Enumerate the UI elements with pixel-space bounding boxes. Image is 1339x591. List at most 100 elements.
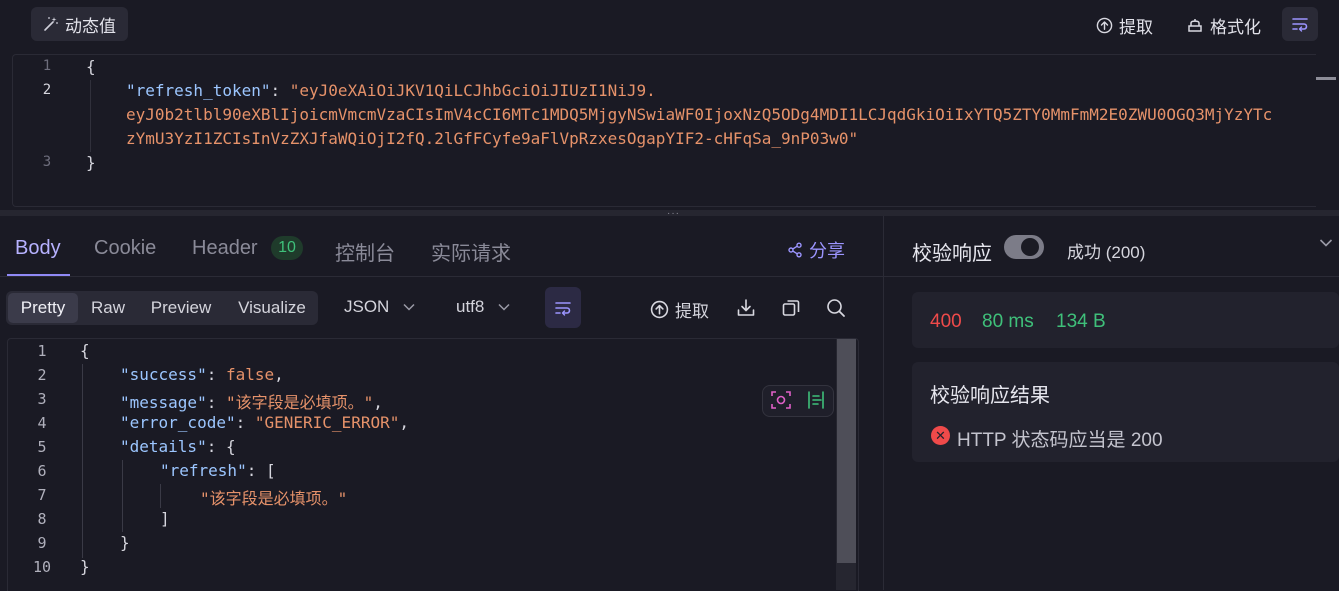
tab-header[interactable]: Header — [192, 237, 258, 260]
request-extract-button[interactable]: 提取 — [1096, 13, 1153, 38]
share-button[interactable]: 分享 — [787, 237, 845, 263]
line-number: 10 — [32, 558, 52, 576]
line-number: 5 — [37, 438, 47, 456]
format-select[interactable]: JSON — [344, 297, 415, 317]
search-icon[interactable] — [825, 297, 847, 319]
line-number: 2 — [42, 82, 52, 98]
line-number: 8 — [37, 510, 47, 528]
tab-cookie[interactable]: Cookie — [94, 237, 156, 260]
indent-guide — [122, 460, 123, 532]
share-icon — [788, 242, 802, 258]
locate-icon[interactable] — [770, 390, 792, 410]
share-label: 分享 — [809, 241, 845, 261]
json-string: "eyJ0eXAiOiJKV1QiLCJhbGciOiJIUzI1NiJ9. — [289, 81, 656, 100]
response-wrap-lines-button[interactable] — [545, 287, 581, 328]
validation-divider — [884, 276, 1339, 277]
json-string: zYmU3YzI1ZCIsInVzZXJfaWQiOjI2fQ.2lGfFCyf… — [126, 129, 859, 148]
view-raw-button[interactable]: Raw — [82, 291, 134, 325]
code-text: { — [80, 341, 90, 360]
json-string: "该字段是必填项。" — [200, 489, 348, 508]
code-line: "message": "该字段是必填项。", — [120, 393, 383, 412]
request-scrollbar[interactable] — [1316, 77, 1336, 80]
code-text: { — [86, 57, 96, 76]
format-brush-icon — [1188, 19, 1202, 32]
encoding-select[interactable]: utf8 — [456, 297, 510, 317]
json-key: "success" — [120, 365, 207, 384]
json-string: eyJ0b2tlbl90eXBlIjoicmVmcmVzaCIsImV4cCI6… — [126, 105, 1273, 124]
extract-icon — [1096, 17, 1113, 34]
code-line: "details": { — [120, 437, 236, 456]
tab-body[interactable]: Body — [15, 237, 61, 260]
dynamic-value-label: 动态值 — [65, 16, 116, 36]
code-line: "refresh_token": "eyJ0eXAiOiJKV1QiLCJhbG… — [126, 81, 656, 100]
chevron-down-icon — [498, 303, 510, 311]
validation-result-message: HTTP 状态码应当是 200 — [957, 430, 1163, 451]
code-text: } — [80, 557, 90, 576]
wrap-lines-icon — [1292, 18, 1308, 32]
wrap-lines-icon — [555, 301, 571, 316]
line-number: 9 — [37, 534, 47, 552]
request-format-button[interactable]: 格式化 — [1186, 13, 1261, 38]
code-text: } — [86, 153, 96, 172]
validation-status-select[interactable]: 成功 (200) — [1067, 238, 1145, 263]
json-string: "该字段是必填项。" — [225, 393, 374, 412]
json-boolean: false — [225, 365, 275, 384]
response-extract-button[interactable]: 提取 — [650, 297, 709, 322]
line-number: 1 — [42, 58, 52, 74]
tab-actual-request[interactable]: 实际请求 — [431, 237, 511, 266]
tabs-divider — [0, 276, 883, 277]
align-icon[interactable] — [805, 390, 827, 410]
indent-guide — [160, 484, 161, 508]
json-punct: : [ — [246, 461, 276, 480]
view-visualize-button[interactable]: Visualize — [228, 291, 316, 325]
code-line: "error_code": "GENERIC_ERROR", — [120, 413, 409, 432]
view-preview-button[interactable]: Preview — [142, 291, 220, 325]
chevron-down-icon — [403, 303, 415, 311]
line-number: 4 — [37, 414, 47, 432]
line-number: 7 — [37, 486, 47, 504]
status-code-value: 400 — [930, 311, 962, 332]
json-key: "details" — [120, 437, 207, 456]
validate-response-title: 校验响应 — [912, 243, 992, 265]
json-string: "GENERIC_ERROR" — [254, 413, 400, 432]
response-size-value: 134 B — [1056, 311, 1106, 332]
header-count-badge: 10 — [271, 236, 303, 260]
chevron-down-icon[interactable] — [1319, 238, 1333, 248]
request-wrap-lines-button[interactable] — [1282, 7, 1318, 41]
indent-guide — [90, 80, 91, 152]
json-key: "refresh" — [160, 461, 247, 480]
line-number: 3 — [42, 154, 52, 170]
toggle-knob[interactable] — [1021, 238, 1039, 256]
json-key: "refresh_token" — [126, 81, 271, 100]
validation-result-title: 校验响应结果 — [930, 385, 1050, 407]
encoding-select-value: utf8 — [456, 297, 485, 316]
magic-wand-icon — [44, 17, 58, 31]
download-icon[interactable] — [735, 297, 757, 319]
json-key: "error_code" — [120, 413, 236, 432]
response-metrics-card — [912, 292, 1339, 348]
copy-icon[interactable] — [780, 297, 802, 319]
code-text: } — [120, 533, 130, 552]
line-number: 1 — [37, 342, 47, 360]
line-number: 3 — [37, 390, 47, 408]
tab-console[interactable]: 控制台 — [335, 237, 395, 266]
json-key: "message" — [120, 393, 207, 412]
code-text: ] — [160, 509, 170, 528]
json-sep: : — [270, 81, 290, 100]
extract-icon — [650, 300, 669, 319]
code-line: "success": false, — [120, 365, 284, 384]
view-pretty-button[interactable]: Pretty — [8, 293, 78, 323]
format-select-value: JSON — [344, 297, 390, 316]
error-icon: ✕ — [931, 426, 950, 445]
line-number: 6 — [37, 462, 47, 480]
request-extract-label: 提取 — [1119, 18, 1153, 37]
request-format-label: 格式化 — [1210, 18, 1261, 37]
indent-guide — [82, 364, 83, 558]
dynamic-value-button[interactable]: 动态值 — [31, 7, 128, 41]
response-scrollbar-thumb[interactable] — [837, 339, 856, 563]
response-time-value: 80 ms — [982, 311, 1034, 332]
panel-separator[interactable] — [883, 216, 884, 590]
response-extract-label: 提取 — [675, 302, 709, 321]
line-number: 2 — [37, 366, 47, 384]
json-punct: : { — [206, 437, 236, 456]
